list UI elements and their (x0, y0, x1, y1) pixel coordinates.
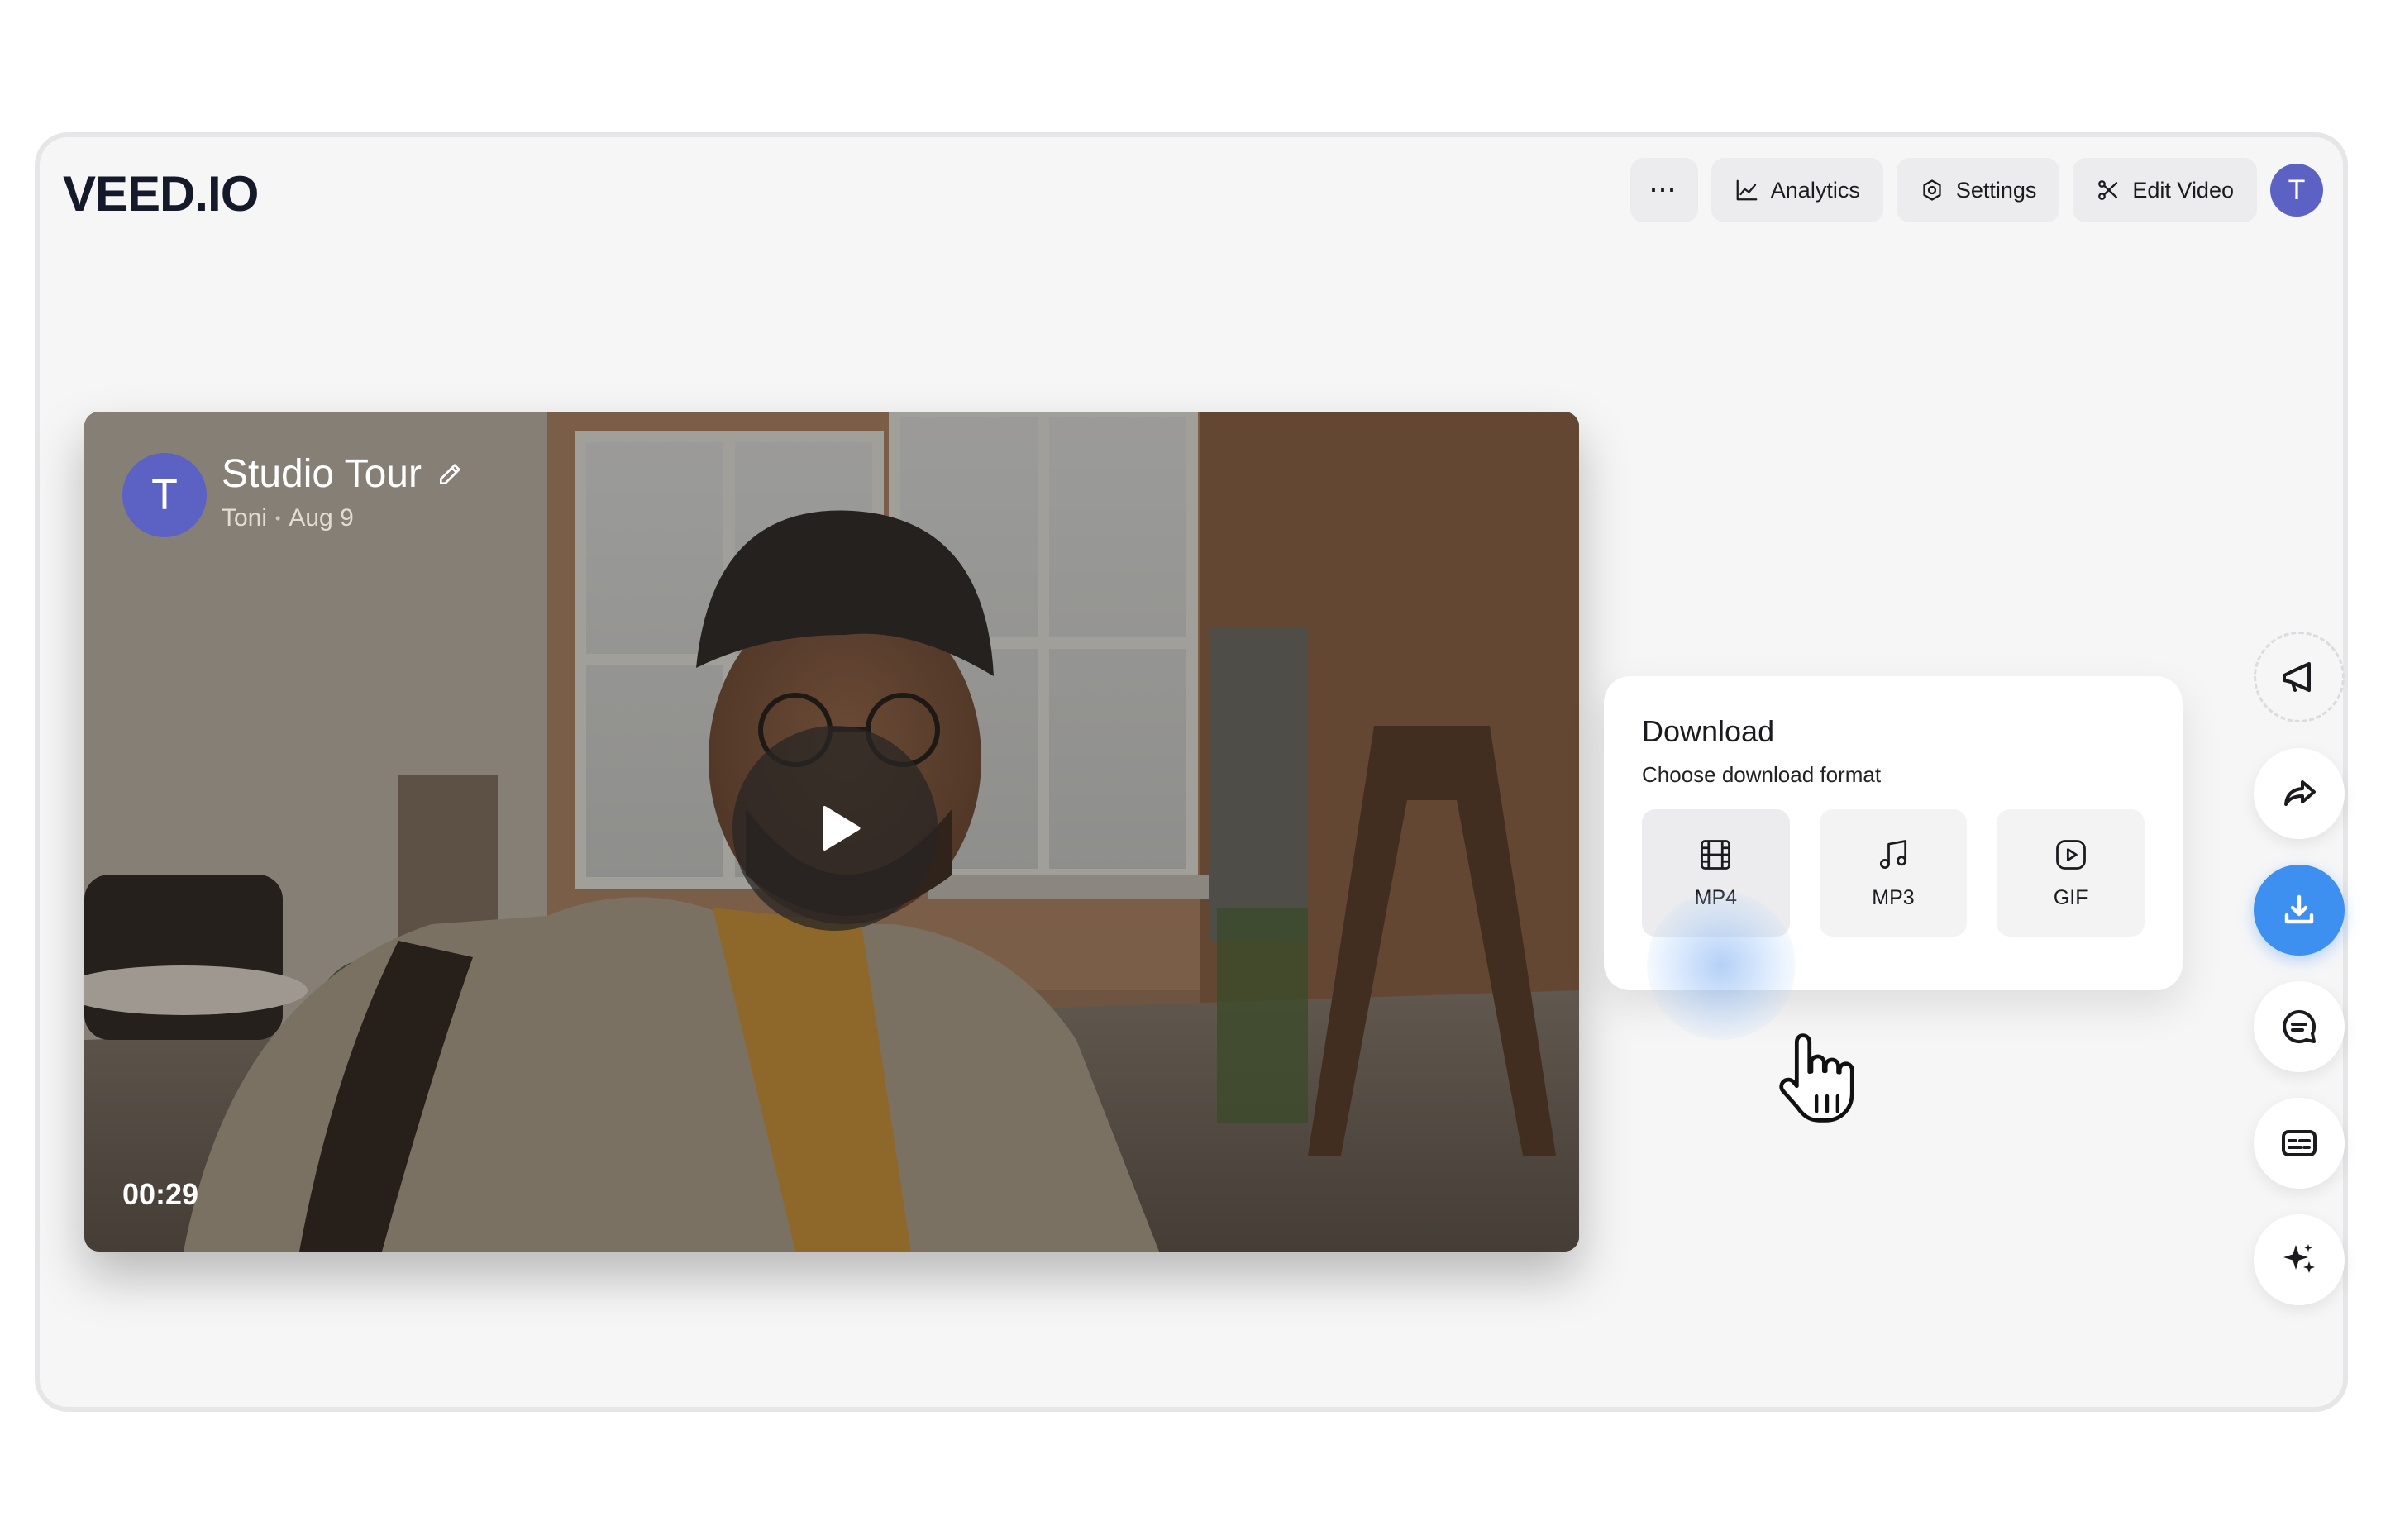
edit-video-label: Edit Video (2132, 177, 2234, 203)
video-duration: 00:29 (122, 1177, 199, 1211)
analytics-button[interactable]: Analytics (1711, 158, 1883, 222)
comments-button[interactable] (2254, 981, 2345, 1072)
format-option-gif[interactable]: GIF (1997, 809, 2145, 937)
chart-line-icon (1736, 179, 1758, 201)
video-title-text: Studio Tour (222, 452, 422, 496)
share-arrow-icon (2284, 780, 2316, 806)
analytics-label: Analytics (1770, 177, 1860, 203)
user-avatar[interactable]: T (2270, 164, 2323, 217)
play-square-icon (2055, 839, 2086, 870)
promote-button[interactable] (2254, 632, 2345, 722)
comment-icon (2283, 1009, 2317, 1043)
settings-button[interactable]: Settings (1896, 158, 2060, 222)
gear-icon (1923, 179, 1941, 201)
play-icon (823, 806, 861, 851)
megaphone-icon (2283, 662, 2311, 692)
video-player[interactable]: T Studio Tour Toni • Aug 9 00:29 (84, 412, 1579, 1252)
pencil-icon[interactable] (437, 461, 463, 488)
veed-logo[interactable]: VEED.IO (63, 165, 259, 222)
music-note-icon (1879, 839, 1907, 869)
more-icon: ··· (1650, 177, 1678, 203)
share-button[interactable] (2254, 748, 2345, 839)
video-date: Aug 9 (289, 504, 354, 532)
magic-ai-button[interactable] (2254, 1214, 2345, 1305)
meta-separator: • (275, 509, 281, 527)
format-option-mp4[interactable]: MP4 (1642, 809, 1790, 937)
video-title: Studio Tour (222, 451, 463, 497)
settings-label: Settings (1955, 177, 2037, 203)
app-window: VEED.IO ··· Analytics Settings Edit Vide… (35, 132, 2348, 1412)
top-toolbar: ··· Analytics Settings Edit Video T (1629, 157, 2323, 223)
download-icon (2284, 894, 2314, 924)
sparkles-icon (2283, 1244, 2315, 1273)
more-options-button[interactable]: ··· (1629, 158, 1698, 222)
play-button[interactable] (732, 726, 938, 931)
download-title: Download (1642, 714, 1775, 748)
download-panel: Download Choose download format MP4 MP3 (1604, 676, 2183, 990)
edit-video-button[interactable]: Edit Video (2073, 158, 2257, 222)
scissors-icon (2098, 180, 2118, 200)
captions-icon (2282, 1130, 2317, 1156)
format-option-mp3[interactable]: MP3 (1819, 809, 1968, 937)
download-subtitle: Choose download format (1642, 762, 1882, 787)
captions-button[interactable] (2254, 1098, 2345, 1189)
video-meta: Toni • Aug 9 (222, 504, 354, 532)
author-name: Toni (222, 504, 268, 532)
hand-pointer-cursor-icon (1779, 1033, 1854, 1123)
side-action-rail (2254, 632, 2345, 1305)
format-label: MP3 (1872, 885, 1915, 909)
author-avatar: T (122, 453, 207, 537)
download-format-options: MP4 MP3 GIF (1642, 809, 2145, 937)
film-icon (1701, 839, 1731, 870)
format-label: MP4 (1694, 885, 1738, 909)
download-button[interactable] (2254, 865, 2345, 956)
format-label: GIF (2053, 885, 2088, 909)
